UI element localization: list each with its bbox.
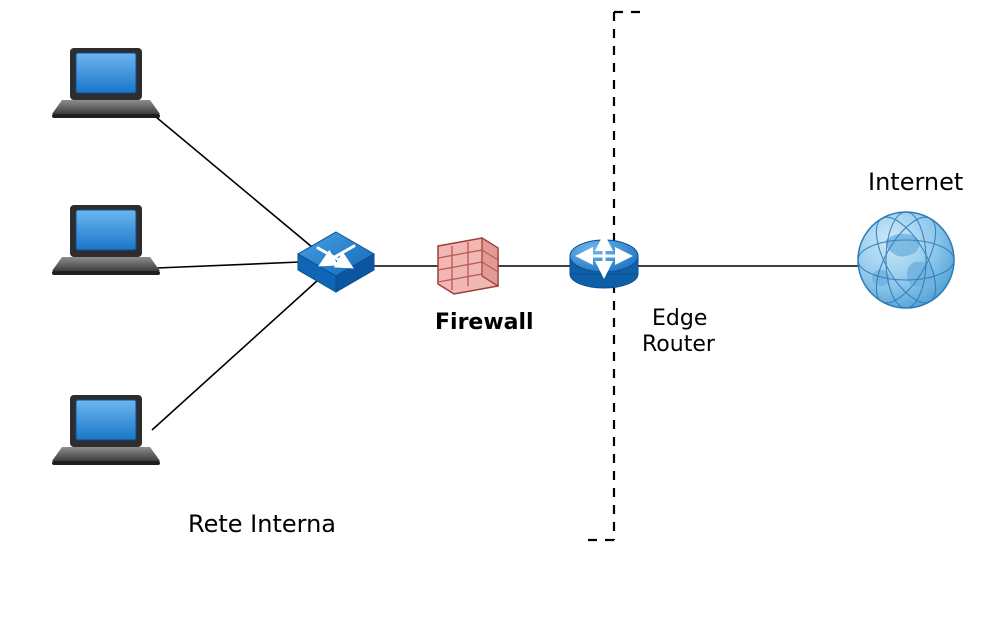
laptop-3 (52, 395, 160, 465)
link-laptop3-switch (152, 280, 318, 430)
globe-icon (858, 208, 954, 311)
link-laptop2-switch (157, 262, 300, 268)
switch-icon (298, 232, 374, 292)
router-icon (570, 240, 638, 288)
rete-interna-label: Rete Interna (188, 510, 336, 538)
firewall-icon (438, 238, 498, 294)
edge-router-label-line2: Router (642, 332, 715, 357)
laptop-1 (52, 48, 160, 118)
laptop-2 (52, 205, 160, 275)
internet-label: Internet (868, 168, 963, 196)
edge-router-label-line1: Edge (652, 306, 707, 331)
links (150, 112, 860, 430)
firewall-label: Firewall (435, 310, 534, 335)
network-diagram: Firewall Edge Router Internet Rete Inter… (0, 0, 996, 618)
diagram-svg (0, 0, 996, 618)
link-laptop1-switch (150, 112, 318, 252)
